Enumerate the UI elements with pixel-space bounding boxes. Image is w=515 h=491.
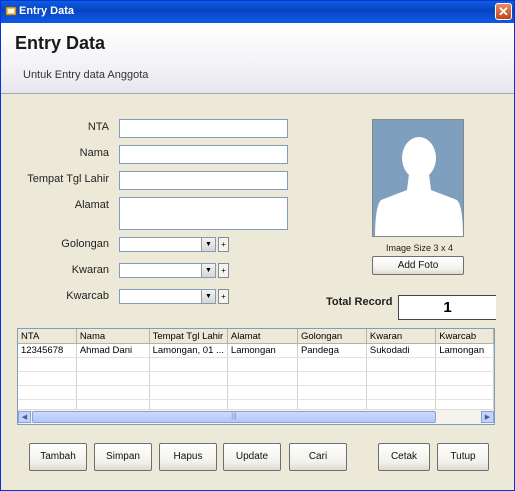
hapus-button[interactable]: Hapus xyxy=(159,443,217,471)
cell-nama[interactable]: Ahmad Dani xyxy=(76,343,150,358)
horizontal-scrollbar[interactable]: ◀ ||| ▶ xyxy=(18,409,494,424)
empty-row xyxy=(18,371,494,386)
page-title: Entry Data xyxy=(15,33,106,53)
column-header-kwarcab[interactable]: Kwarcab xyxy=(435,329,494,344)
cari-button[interactable]: Cari xyxy=(289,443,347,471)
cell-golongan[interactable]: Pandega xyxy=(297,343,367,358)
update-button[interactable]: Update xyxy=(223,443,281,471)
nta-label: NTA xyxy=(87,121,109,133)
golongan-label: Golongan xyxy=(61,238,109,250)
title-bar[interactable]: Entry Data ✕ xyxy=(1,1,514,23)
add-kwarcab-button[interactable]: + xyxy=(218,289,229,304)
column-header-golongan[interactable]: Golongan xyxy=(297,329,367,344)
entry-data-window: Entry Data ✕ Entry Data Untuk Entry data… xyxy=(0,0,515,491)
page-subtitle: Untuk Entry data Anggota xyxy=(23,69,149,81)
kwaran-select[interactable]: ▼ xyxy=(119,263,216,278)
cell-nta[interactable]: 12345678 xyxy=(18,343,77,358)
window-title: Entry Data xyxy=(19,5,75,17)
golongan-select[interactable]: ▼ xyxy=(119,237,216,252)
add-golongan-button[interactable]: + xyxy=(218,237,229,252)
grid-table: NTA Nama Tempat Tgl Lahir Alamat Golonga… xyxy=(18,329,494,414)
column-header-alamat[interactable]: Alamat xyxy=(227,329,298,344)
add-photo-button[interactable]: Add Foto xyxy=(372,256,464,275)
column-header-ttl[interactable]: Tempat Tgl Lahir xyxy=(149,329,228,344)
ttl-input[interactable] xyxy=(119,171,288,190)
cetak-button[interactable]: Cetak xyxy=(378,443,430,471)
cell-kwarcab[interactable]: Lamongan xyxy=(435,343,494,358)
alamat-label: Alamat xyxy=(74,199,109,211)
data-grid[interactable]: NTA Nama Tempat Tgl Lahir Alamat Golonga… xyxy=(17,328,495,425)
cell-alamat[interactable]: Lamongan xyxy=(227,343,298,358)
nta-input[interactable] xyxy=(119,119,288,138)
cell-kwaran[interactable]: Sukodadi xyxy=(366,343,437,358)
simpan-button[interactable]: Simpan xyxy=(94,443,152,471)
member-photo xyxy=(372,119,464,237)
column-header-kwaran[interactable]: Kwaran xyxy=(366,329,437,344)
kwarcab-select[interactable]: ▼ xyxy=(119,289,216,304)
tutup-button[interactable]: Tutup xyxy=(437,443,489,471)
scroll-right-icon[interactable]: ▶ xyxy=(481,411,494,423)
empty-row xyxy=(18,357,494,372)
alamat-textarea[interactable] xyxy=(119,197,288,230)
header-panel: Entry Data Untuk Entry data Anggota xyxy=(1,23,514,94)
photo-size-caption: Image Size 3 x 4 xyxy=(386,243,454,253)
tambah-button[interactable]: Tambah xyxy=(29,443,87,471)
scroll-thumb[interactable]: ||| xyxy=(32,411,436,423)
empty-row xyxy=(18,385,494,400)
ttl-label: Tempat Tgl Lahir xyxy=(27,173,109,185)
scroll-left-icon[interactable]: ◀ xyxy=(18,411,31,423)
app-icon xyxy=(5,6,17,16)
chevron-down-icon[interactable]: ▼ xyxy=(201,290,215,303)
kwarcab-label: Kwarcab xyxy=(66,290,109,302)
total-record-label: Total Record xyxy=(326,296,393,308)
cell-ttl[interactable]: Lamongan, 01 ... xyxy=(149,343,228,358)
nama-input[interactable] xyxy=(119,145,288,164)
person-silhouette-icon xyxy=(373,120,463,236)
grid-header-row: NTA Nama Tempat Tgl Lahir Alamat Golonga… xyxy=(18,329,494,344)
chevron-down-icon[interactable]: ▼ xyxy=(201,238,215,251)
chevron-down-icon[interactable]: ▼ xyxy=(201,264,215,277)
add-kwaran-button[interactable]: + xyxy=(218,263,229,278)
nama-label: Nama xyxy=(79,147,109,159)
kwaran-label: Kwaran xyxy=(71,264,109,276)
table-row[interactable]: 12345678 Ahmad Dani Lamongan, 01 ... Lam… xyxy=(18,343,494,358)
total-record-value: 1 xyxy=(398,295,496,320)
close-button[interactable]: ✕ xyxy=(495,3,512,20)
column-header-nama[interactable]: Nama xyxy=(76,329,150,344)
column-header-nta[interactable]: NTA xyxy=(18,329,77,344)
